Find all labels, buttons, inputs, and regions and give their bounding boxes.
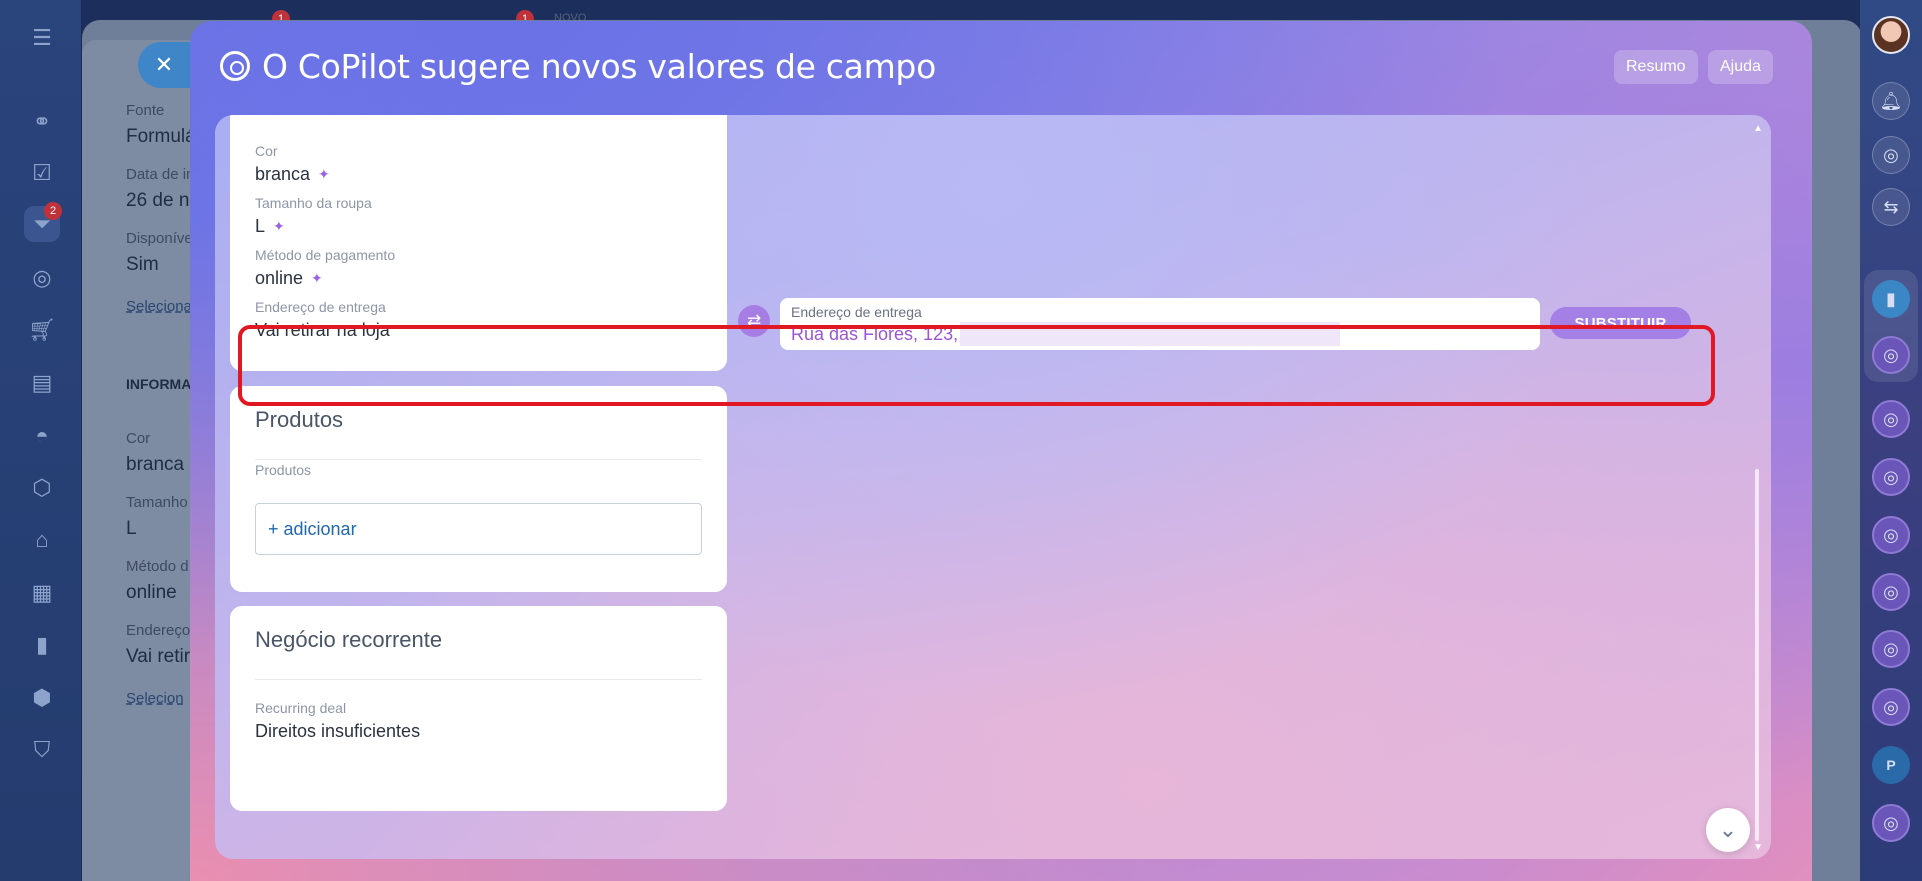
fields-card: Cor branca ✦ Tamanho da roupa L ✦ Método…: [230, 115, 727, 371]
summary-button[interactable]: Resumo: [1614, 50, 1698, 84]
bg-value-payment: online: [126, 582, 177, 603]
add-product-button[interactable]: + adicionar: [255, 503, 702, 555]
bg-value-date: 26 de no: [126, 190, 200, 211]
copilot-modal: O CoPilot sugere novos valores de campo …: [190, 21, 1812, 881]
bg-label-source: Fonte: [126, 102, 165, 119]
divider: [255, 679, 702, 680]
settings-icon[interactable]: ⬢: [24, 680, 60, 716]
field-value-color: branca ✦: [255, 164, 330, 185]
copilot-chat-icon[interactable]: ◎: [1872, 336, 1910, 374]
field-value-address: Vai retirar na loja: [255, 320, 390, 341]
scrollbar-thumb[interactable]: [1755, 469, 1759, 841]
products-title: Produtos: [255, 407, 344, 432]
copilot-chat-icon[interactable]: ◎: [1872, 458, 1910, 496]
warehouse-icon[interactable]: ⌂: [24, 522, 60, 558]
sparkle-icon: ✦: [311, 270, 323, 286]
copilot-icon[interactable]: ◎: [1872, 136, 1910, 174]
bg-label-color: Cor: [126, 430, 151, 447]
close-icon: ✕: [154, 52, 174, 77]
copilot-chat-icon[interactable]: ◎: [1872, 400, 1910, 438]
field-value-size: L ✦: [255, 216, 285, 237]
box-icon[interactable]: ⬡: [24, 470, 60, 506]
close-button[interactable]: ✕: [138, 42, 190, 88]
menu-icon[interactable]: ☰: [24, 20, 60, 56]
bg-select-link: Seleciona: [126, 298, 192, 315]
chevron-down-icon: ⌄: [1718, 817, 1738, 842]
bg-label-payment: Método d: [126, 558, 189, 575]
field-value-payment: online ✦: [255, 268, 323, 289]
products-field-label: Produtos: [255, 462, 312, 478]
replace-button[interactable]: SUBSTITUIR: [1550, 307, 1691, 339]
divider: [255, 459, 702, 460]
field-value-text: branca: [255, 164, 311, 184]
bg-section-title: INFORMA: [126, 376, 192, 392]
suggested-field-value: Rua das Flores, 123,: [791, 322, 1341, 346]
notification-badge: 2: [44, 202, 62, 220]
app-sidebar: ☰ ⚭ ☑ ⏷ 2 ◎ 🛒︎ ▤ ◓ ⬡ ⌂ ▦ ▮ ⬢ ⛉: [0, 0, 82, 881]
sparkle-icon: ✦: [273, 218, 285, 234]
field-value-text: online: [255, 268, 304, 288]
bg-label-date: Data de in: [126, 166, 195, 183]
recurring-field-value: Direitos insuficientes: [255, 721, 421, 741]
field-label-size: Tamanho da roupa: [255, 195, 372, 211]
bell-icon[interactable]: 🔔︎: [1872, 82, 1910, 120]
modal-title: O CoPilot sugere novos valores de campo: [262, 46, 936, 86]
bg-select-link-2: Selecion: [126, 690, 184, 707]
user-chat-p[interactable]: P: [1872, 746, 1910, 784]
copilot-chat-icon[interactable]: ◎: [1872, 630, 1910, 668]
bg-value-color: branca: [126, 454, 185, 475]
chat-icon[interactable]: ⇆: [1872, 188, 1910, 226]
field-label-address: Endereço de entrega: [255, 299, 386, 315]
network-icon[interactable]: ⚭: [24, 104, 60, 140]
copilot-chat-icon[interactable]: ◎: [1872, 804, 1910, 842]
modal-header: O CoPilot sugere novos valores de campo: [220, 45, 936, 87]
sparkle-icon: ✦: [318, 166, 330, 182]
tasks-icon[interactable]: ☑: [24, 155, 60, 191]
suggested-value-field[interactable]: Endereço de entrega Rua das Flores, 123,: [780, 298, 1540, 350]
scroll-down-button[interactable]: ⌄: [1706, 808, 1750, 852]
products-card: Produtos Produtos + adicionar: [230, 386, 727, 592]
bg-value-available: Sim: [126, 254, 159, 275]
analytics-icon[interactable]: ▮: [24, 627, 60, 663]
copilot-chat-icon[interactable]: ◎: [1872, 573, 1910, 611]
cart-icon[interactable]: 🛒︎: [24, 312, 60, 348]
recurring-title: Negócio recorrente: [255, 627, 443, 652]
bg-value-size: L: [126, 518, 137, 539]
scroll-up-icon[interactable]: ▲: [1753, 123, 1763, 134]
copilot-logo-icon: [220, 51, 250, 81]
bg-label-address: Endereço: [126, 622, 191, 639]
bg-label-size: Tamanho: [126, 494, 188, 511]
avatar[interactable]: [1872, 16, 1910, 54]
contact-card-icon[interactable]: ▤: [24, 365, 60, 401]
redacted-text: [960, 322, 1341, 346]
content-panel: Cor branca ✦ Tamanho da roupa L ✦ Método…: [215, 115, 1771, 859]
copilot-chat-icon[interactable]: ◎: [1872, 516, 1910, 554]
field-label-color: Cor: [255, 143, 278, 159]
robot-icon[interactable]: ◓: [24, 418, 60, 454]
bg-label-available: Disponíve: [126, 230, 193, 247]
shield-icon[interactable]: ⛉: [24, 732, 60, 768]
suggested-field-label: Endereço de entrega: [791, 304, 922, 320]
field-value-text: Vai retirar na loja: [255, 320, 390, 340]
help-button[interactable]: Ajuda: [1708, 50, 1773, 84]
suggested-address-text: Rua das Flores, 123,: [791, 323, 959, 344]
field-value-text: L: [255, 216, 266, 236]
scroll-down-icon[interactable]: ▼: [1753, 842, 1763, 853]
right-rail: 🔔︎ ◎ ⇆ ▮ ◎ ◎ ◎ ◎ ◎ ◎ ◎ P ◎: [1860, 0, 1922, 881]
target-icon[interactable]: ◎: [24, 260, 60, 296]
recurring-deal-card: Negócio recorrente Recurring deal Direit…: [230, 606, 727, 811]
swap-icon: ⇄: [738, 305, 770, 337]
bg-value-source: Formulá: [126, 126, 196, 147]
copilot-chat-icon[interactable]: ◎: [1872, 688, 1910, 726]
recurring-field-label: Recurring deal: [255, 700, 347, 716]
calendar-icon[interactable]: ▦: [24, 575, 60, 611]
bg-value-address: Vai retir: [126, 646, 191, 667]
field-label-payment: Método de pagamento: [255, 247, 396, 263]
crm-funnel-icon[interactable]: ⏷ 2: [24, 202, 62, 242]
bookmark-icon[interactable]: ▮: [1872, 280, 1910, 318]
